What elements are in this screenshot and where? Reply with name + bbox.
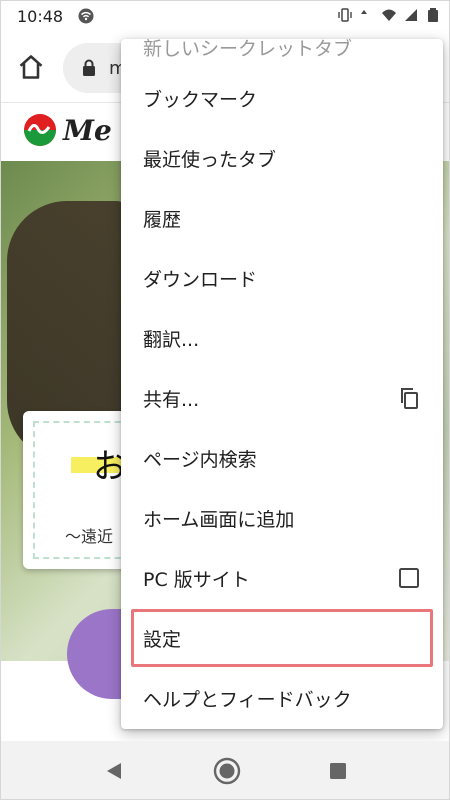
back-icon[interactable] (105, 761, 123, 781)
menu-item-add-to-home[interactable]: ホーム画面に追加 (121, 488, 443, 548)
overflow-menu: 新しいシークレットタブ ブックマーク 最近使ったタブ 履歴 ダウンロード 翻訳.… (121, 39, 443, 729)
wifi-signal-icon (382, 9, 396, 21)
copy-icon[interactable] (397, 386, 421, 410)
home-circle-icon[interactable] (213, 757, 241, 785)
status-bar: 10:48 (1, 1, 449, 31)
menu-item-translate[interactable]: 翻訳... (121, 308, 443, 368)
status-icons (337, 7, 441, 23)
menu-item-share[interactable]: 共有... (121, 368, 443, 428)
vibrate-icon (338, 8, 352, 22)
menu-item-desktop-site[interactable]: PC 版サイト (121, 548, 443, 608)
menu-item-label: 新しいシークレットタブ (143, 39, 353, 60)
menu-item-label: ダウンロード (143, 268, 258, 291)
logo-text: Me (63, 113, 112, 147)
data-arrows-icon (361, 10, 367, 14)
menu-item-label: 最近使ったタブ (143, 148, 277, 171)
status-time: 10:48 (17, 6, 64, 26)
menu-item-label: ページ内検索 (143, 448, 257, 471)
home-icon[interactable] (17, 53, 45, 81)
wifi-icon (78, 8, 94, 24)
site-logo[interactable]: Me (23, 113, 112, 147)
menu-item-label: 履歴 (143, 208, 182, 231)
lock-icon (83, 59, 95, 76)
menu-item-label: PC 版サイト (143, 568, 250, 591)
menu-item-label: 共有... (143, 388, 200, 411)
logo-mark-icon (24, 114, 56, 146)
menu-item-find-in-page[interactable]: ページ内検索 (121, 428, 443, 488)
menu-item-help-feedback[interactable]: ヘルプとフィードバック (121, 668, 443, 728)
menu-item-recent-tabs[interactable]: 最近使ったタブ (121, 128, 443, 188)
checkbox-icon[interactable] (397, 566, 421, 590)
menu-item-label: 設定 (143, 628, 182, 651)
menu-item-settings[interactable]: 設定 (121, 608, 443, 668)
recent-apps-icon[interactable] (329, 762, 347, 780)
cell-signal-icon (405, 9, 417, 21)
menu-item-label: ホーム画面に追加 (143, 508, 295, 531)
menu-item-label: 翻訳... (143, 328, 200, 351)
system-nav-bar (1, 741, 449, 799)
screen: 10:48 m Me お 〜遠近 新しいシークレットタブ ブックマーク 最近使っ… (0, 0, 450, 800)
menu-item-downloads[interactable]: ダウンロード (121, 248, 443, 308)
menu-item-history[interactable]: 履歴 (121, 188, 443, 248)
menu-item-label: ブックマーク (143, 88, 258, 111)
menu-item-bookmarks[interactable]: ブックマーク (121, 68, 443, 128)
hero-card-subtitle: 〜遠近 (65, 527, 114, 546)
menu-item-label: ヘルプとフィードバック (143, 688, 352, 711)
battery-icon (428, 8, 438, 22)
